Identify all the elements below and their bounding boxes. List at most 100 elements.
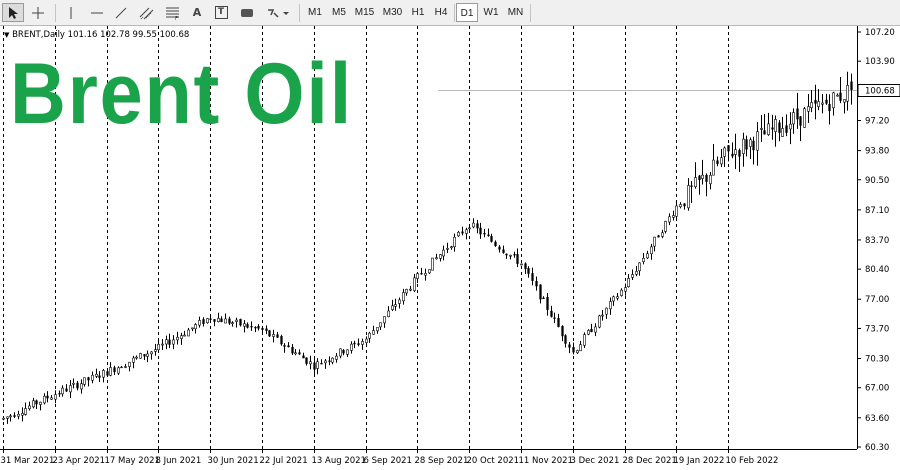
candle-body xyxy=(394,304,397,307)
x-tick-label: 23 Apr 2021 xyxy=(53,456,106,466)
candle-body xyxy=(675,205,678,217)
candle-body xyxy=(668,216,671,223)
candle-body xyxy=(268,330,271,337)
toolbar-separator xyxy=(299,4,300,22)
candle-body xyxy=(661,232,664,237)
candle-body xyxy=(502,249,505,253)
crosshair-icon[interactable] xyxy=(27,3,49,22)
candle-body xyxy=(302,355,305,359)
candle-body xyxy=(796,108,799,120)
candle-body xyxy=(605,307,608,315)
timeframe-h1[interactable]: H1 xyxy=(407,3,429,22)
vertical-line-icon[interactable] xyxy=(60,3,82,22)
candle-body xyxy=(154,349,157,352)
cursor-icon[interactable] xyxy=(2,3,24,22)
candle-body xyxy=(209,318,212,320)
candle-body xyxy=(435,257,438,260)
candle-body xyxy=(687,185,690,209)
candle-body xyxy=(479,227,482,235)
timeframe-m1[interactable]: M1 xyxy=(304,3,326,22)
candle-body xyxy=(324,360,327,364)
candle-body xyxy=(120,366,123,369)
candle-body xyxy=(420,273,423,275)
x-tick-label: 6 Sep 2021 xyxy=(364,456,412,466)
candle-body xyxy=(446,247,449,250)
candle-body xyxy=(265,328,268,331)
collapse-arrow-icon[interactable]: ▼ xyxy=(4,31,9,39)
candle-body xyxy=(239,319,242,326)
candle-body xyxy=(778,122,781,133)
trend-line-icon[interactable] xyxy=(110,3,132,22)
candle-body xyxy=(799,116,802,126)
candle-body xyxy=(150,351,153,355)
timeframe-w1[interactable]: W1 xyxy=(480,3,502,22)
candle-body xyxy=(683,203,686,207)
rectangle-icon[interactable] xyxy=(236,3,258,22)
candle-body xyxy=(13,415,16,417)
y-tick-label: 83.70 xyxy=(865,236,889,246)
candle-body xyxy=(439,254,442,259)
candle-body xyxy=(298,352,301,355)
candle-body xyxy=(535,280,538,287)
candle-body xyxy=(9,415,12,418)
candle-body xyxy=(168,339,171,345)
equidistant-channel-icon[interactable] xyxy=(136,3,158,22)
timeframe-m5[interactable]: M5 xyxy=(328,3,350,22)
candle-body xyxy=(87,377,90,381)
text-label-icon[interactable]: T xyxy=(210,3,232,22)
candle-body xyxy=(601,314,604,317)
candle-body xyxy=(461,231,464,234)
candle-body xyxy=(472,222,475,228)
candle-body xyxy=(814,99,817,104)
candle-body xyxy=(598,315,601,328)
candle-body xyxy=(98,375,101,378)
candle-body xyxy=(587,330,590,335)
candle-body xyxy=(792,112,795,125)
timeframe-mn[interactable]: MN xyxy=(503,3,528,22)
candle-body xyxy=(2,417,5,420)
candle-body xyxy=(664,221,667,232)
x-tick-label: 3 Dec 2021 xyxy=(571,456,620,466)
candle-body xyxy=(642,257,645,262)
candle-body xyxy=(213,319,216,322)
candle-body xyxy=(705,174,708,182)
shapes-dropdown-icon[interactable] xyxy=(263,3,293,22)
candle-body xyxy=(785,125,788,133)
horizontal-line-icon[interactable] xyxy=(86,3,108,22)
y-tick-label: 97.20 xyxy=(865,116,889,126)
candle-body xyxy=(206,318,209,324)
candle-body xyxy=(738,150,741,157)
timeframe-m30[interactable]: M30 xyxy=(379,3,406,22)
candle-body xyxy=(76,382,79,389)
candle-body xyxy=(305,357,308,364)
candle-body xyxy=(745,139,748,150)
candle-body xyxy=(620,289,623,296)
candle-body xyxy=(657,235,660,238)
x-tick-label: 28 Dec 2021 xyxy=(623,456,677,466)
x-tick-label: 11 Nov 2021 xyxy=(519,456,573,466)
candle-body xyxy=(217,318,220,322)
candle-body xyxy=(165,339,168,345)
candle-body xyxy=(450,246,453,249)
candle-body xyxy=(280,336,283,345)
current-price-label: 100.68 xyxy=(865,87,895,97)
candle-body xyxy=(694,177,697,187)
candle-body xyxy=(65,388,68,392)
fibonacci-icon[interactable]: F xyxy=(162,3,184,22)
timeframe-d1[interactable]: D1 xyxy=(456,3,478,22)
candle-body xyxy=(781,128,784,137)
candle-body xyxy=(257,326,260,329)
candle-body xyxy=(513,254,516,256)
timeframe-m15[interactable]: M15 xyxy=(351,3,378,22)
timeframe-h4[interactable]: H4 xyxy=(430,3,452,22)
candle-body xyxy=(627,278,630,288)
y-tick-label: 103.90 xyxy=(865,57,895,67)
candle-body xyxy=(483,233,486,235)
candle-body xyxy=(561,325,564,337)
text-icon[interactable]: A xyxy=(186,3,208,22)
candle-body xyxy=(331,357,334,363)
candle-body xyxy=(742,138,745,154)
candle-body xyxy=(183,334,186,337)
candle-body xyxy=(723,147,726,157)
candle-body xyxy=(763,130,766,135)
